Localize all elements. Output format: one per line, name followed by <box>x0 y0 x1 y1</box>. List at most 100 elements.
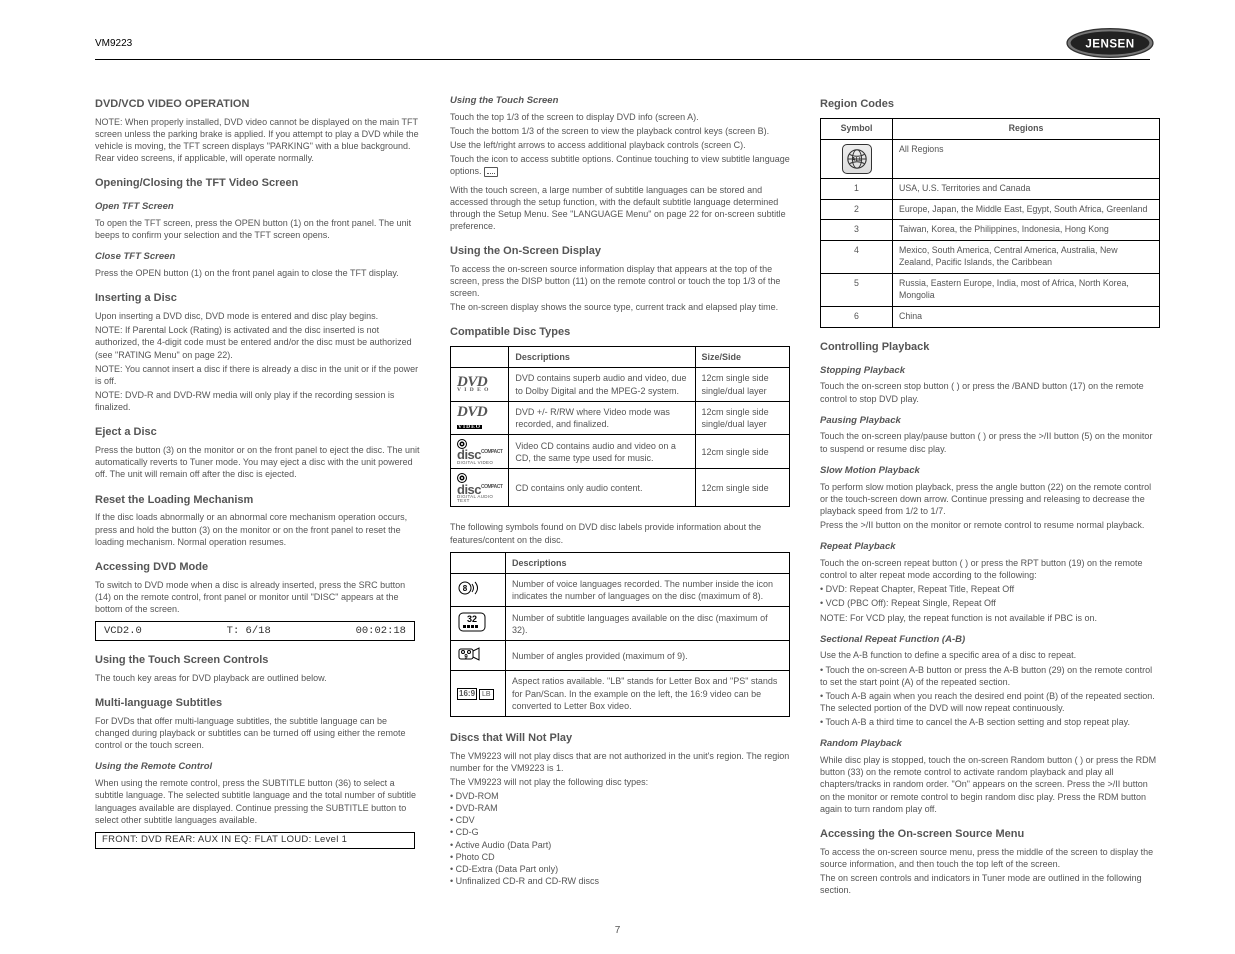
osd-track: T: 6/18 <box>227 624 271 638</box>
table-row: 3Taiwan, Korea, the Philippines, Indones… <box>821 220 1160 241</box>
cell: Taiwan, Korea, the Philippines, Indonesi… <box>893 220 1160 241</box>
table-row: 6China <box>821 306 1160 327</box>
wont-p2: The VM9223 will not play the following d… <box>450 776 790 788</box>
aspect-ratio-icon: 16:9LB <box>451 671 506 716</box>
dvd-video-icon: DVDV I D E O <box>451 368 509 401</box>
cell: 12cm single side <box>695 435 789 469</box>
touch-li3: Use the left/right arrows to access addi… <box>450 139 790 151</box>
svg-text:JENSEN: JENSEN <box>1085 37 1134 50</box>
cell: CD contains only audio content. <box>509 469 695 507</box>
region-codes-heading: Region Codes <box>820 97 1160 112</box>
svg-text:32: 32 <box>467 614 477 624</box>
repeat-li2: • VCD (PBC Off): Repeat Single, Repeat O… <box>820 597 1160 609</box>
li: DVD-ROM <box>456 791 499 801</box>
slow-heading: Slow Motion Playback <box>820 465 1160 478</box>
src-p2: The on screen controls and indicators in… <box>820 872 1160 896</box>
li: Photo CD <box>456 852 495 862</box>
repeat-p1: Touch the on-screen repeat button ( ) or… <box>820 557 1160 581</box>
li: DVD-RAM <box>456 803 498 813</box>
osd-type: VCD2.0 <box>104 624 142 638</box>
th-icon <box>451 347 509 368</box>
sect-li2: • Touch A-B again when you reach the des… <box>820 690 1160 714</box>
cell: Number of voice languages recorded. The … <box>506 573 790 606</box>
region-1: 1 <box>821 178 893 199</box>
wont-li: • DVD-ROM • DVD-RAM • CDV • CD-G • Activ… <box>450 790 790 887</box>
cell: 12cm single side <box>695 469 789 507</box>
pause-text: Touch the on-screen play/pause button ( … <box>820 430 1160 454</box>
table-row: 2Europe, Japan, the Middle East, Egypt, … <box>821 199 1160 220</box>
touch-controls-text: The touch key areas for DVD playback are… <box>95 672 420 684</box>
osd-time: 00:02:18 <box>356 624 406 638</box>
feature-symbols-table: Descriptions 8 Number of voice languages… <box>450 552 790 717</box>
th-size: Size/Side <box>695 347 789 368</box>
region-6: 6 <box>821 306 893 327</box>
repeat-note: NOTE: For VCD play, the repeat function … <box>820 612 1160 624</box>
access-dvd-text: To switch to DVD mode when a disc is alr… <box>95 579 420 615</box>
section-repeat-heading: Sectional Repeat Function (A-B) <box>820 634 1160 647</box>
osd-display-box: VCD2.0 T: 6/18 00:02:18 <box>95 621 415 641</box>
osd-p1: To access the on-screen source informati… <box>450 263 790 299</box>
ctrl-playback-heading: Controlling Playback <box>820 340 1160 355</box>
li: VCD (PBC Off): Repeat Single, Repeat Off <box>826 598 996 608</box>
cell: DVD +/- R/RW where Video mode was record… <box>509 401 695 434</box>
touch-li1: Touch the top 1/3 of the screen to displ… <box>450 111 790 123</box>
cell: Number of angles provided (maximum of 9)… <box>506 641 790 671</box>
touchscreen-heading: Using the Touch Screen <box>450 95 790 108</box>
vcd-icon: discCOMPACTDIGITAL VIDEO <box>451 435 509 469</box>
li: Active Audio (Data Part) <box>455 840 551 850</box>
table-row: 5Russia, Eastern Europe, India, most of … <box>821 274 1160 307</box>
subtitles-heading: Multi-language Subtitles <box>95 696 420 711</box>
subtitles-text: For DVDs that offer multi-language subti… <box>95 715 420 751</box>
remote-text: When using the remote control, press the… <box>95 777 420 826</box>
table-row: 8 Number of voice languages recorded. Th… <box>451 573 790 606</box>
reset-text: If the disc loads abnormally or an abnor… <box>95 511 420 547</box>
status-display-box: FRONT: DVD REAR: AUX IN EQ: FLAT LOUD: L… <box>95 832 415 849</box>
sect-li1: • Touch the on-screen A-B button or pres… <box>820 664 1160 688</box>
repeat-li1: • DVD: Repeat Chapter, Repeat Title, Rep… <box>820 583 1160 595</box>
table-row: 16:9LB Aspect ratios available. "LB" sta… <box>451 671 790 716</box>
region-3: 3 <box>821 220 893 241</box>
table-row: discCOMPACTDIGITAL AUDIOTEXT CD contains… <box>451 469 790 507</box>
src-menu-heading: Accessing the On-screen Source Menu <box>820 827 1160 842</box>
stop-text: Touch the on-screen stop button ( ) or p… <box>820 380 1160 404</box>
th-desc2: Descriptions <box>506 552 790 573</box>
cell: 12cm single side single/dual layer <box>695 401 789 434</box>
insert-note1: NOTE: If Parental Lock (Rating) is activ… <box>95 324 420 360</box>
cell: DVD contains superb audio and video, due… <box>509 368 695 401</box>
cell: Number of subtitle languages available o… <box>506 607 790 641</box>
insert-note2: NOTE: You cannot insert a disc if there … <box>95 363 420 387</box>
reset-heading: Reset the Loading Mechanism <box>95 493 420 508</box>
cell: Europe, Japan, the Middle East, Egypt, S… <box>893 199 1160 220</box>
region-5: 5 <box>821 274 893 307</box>
touch-li4: Touch the icon to access subtitle option… <box>450 153 790 177</box>
stop-heading: Stopping Playback <box>820 365 1160 378</box>
cell: All Regions <box>893 139 1160 178</box>
cell: Russia, Eastern Europe, India, most of A… <box>893 274 1160 307</box>
svg-text:8: 8 <box>463 584 468 593</box>
table-row: 9 Number of angles provided (maximum of … <box>451 641 790 671</box>
insert-note3: NOTE: DVD-R and DVD-RW media will only p… <box>95 389 420 413</box>
cell: Mexico, South America, Central America, … <box>893 241 1160 274</box>
cd-icon: discCOMPACTDIGITAL AUDIOTEXT <box>451 469 509 507</box>
region-2: 2 <box>821 199 893 220</box>
repeat-heading: Repeat Playback <box>820 541 1160 554</box>
dvd-rw-icon: DVDVIDEO <box>451 401 509 434</box>
li: Touch A-B again when you reach the desir… <box>820 691 1155 713</box>
page-header: VM9223 <box>95 30 1150 60</box>
table-row: ALL All Regions <box>821 139 1160 178</box>
svg-text:9: 9 <box>464 655 468 661</box>
table-row: discCOMPACTDIGITAL VIDEO Video CD contai… <box>451 435 790 469</box>
th-symbol: Symbol <box>821 118 893 139</box>
open-close-heading: Opening/Closing the TFT Video Screen <box>95 176 420 191</box>
random-heading: Random Playback <box>820 738 1160 751</box>
sect-p: Use the A-B function to define a specifi… <box>820 649 1160 661</box>
table-row: 4Mexico, South America, Central America,… <box>821 241 1160 274</box>
osd-heading: Using the On-Screen Display <box>450 244 790 259</box>
voice-lang-icon: 8 <box>451 573 506 606</box>
jensen-logo: JENSEN <box>1065 26 1155 60</box>
insert-heading: Inserting a Disc <box>95 291 420 306</box>
cell: Video CD contains audio and video on a C… <box>509 435 695 469</box>
src-p1: To access the on-screen source menu, pre… <box>820 846 1160 870</box>
column-2: Using the Touch Screen Touch the top 1/3… <box>450 85 790 902</box>
dvd-operation-heading: DVD/VCD VIDEO OPERATION <box>95 97 420 112</box>
